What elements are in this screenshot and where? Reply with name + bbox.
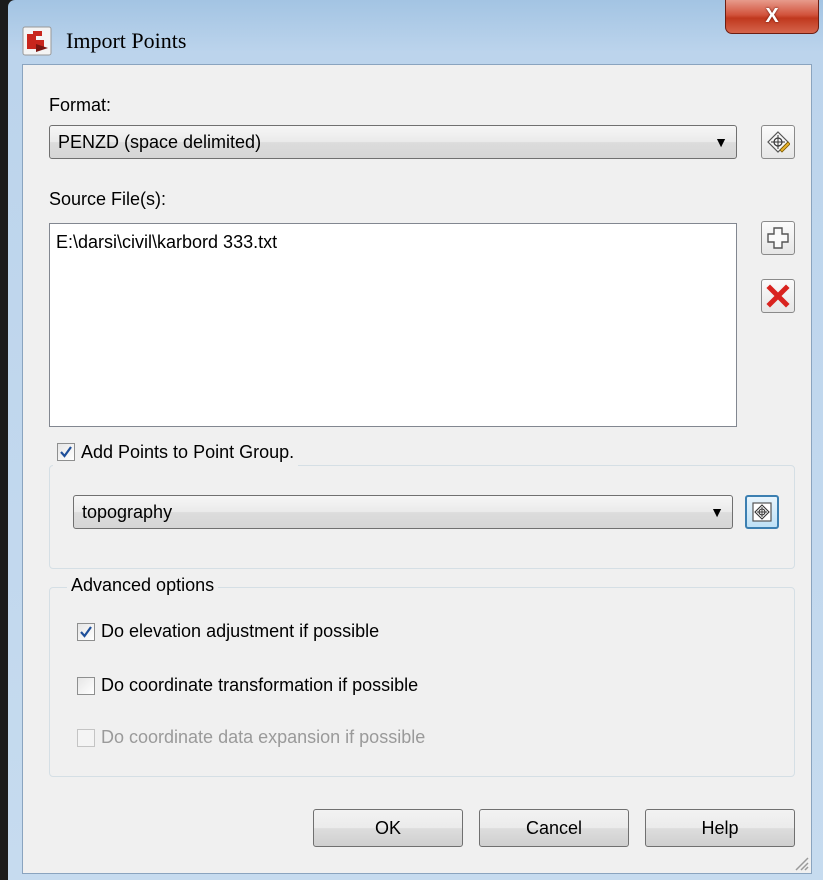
add-to-point-group-label: Add Points to Point Group.	[81, 441, 295, 462]
point-group-header: Add Points to Point Group.	[53, 441, 299, 467]
dialog-title: Import Points	[66, 28, 187, 53]
app-icon	[22, 26, 52, 56]
title-bar[interactable]: Import Points X	[8, 0, 823, 64]
add-to-point-group-checkbox[interactable]	[57, 443, 75, 462]
checkmark-icon	[80, 626, 92, 638]
format-selected-value: PENZD (space delimited)	[58, 132, 262, 152]
add-file-icon	[767, 227, 789, 249]
source-files-label: Source File(s):	[49, 189, 167, 209]
dialog-body: Format: PENZD (space delimited) ▼ Source…	[22, 64, 812, 874]
advanced-options-legend: Advanced options	[67, 575, 219, 596]
coordinate-transformation-checkbox[interactable]	[77, 677, 95, 695]
chevron-down-icon: ▼	[714, 134, 728, 150]
cancel-button[interactable]: Cancel	[479, 809, 629, 847]
elevation-adjustment-checkbox[interactable]	[77, 623, 95, 641]
point-group-selected-value: topography	[82, 502, 173, 522]
format-select[interactable]: PENZD (space delimited) ▼	[49, 125, 737, 159]
remove-file-button[interactable]	[761, 279, 795, 313]
elevation-adjustment-label: Do elevation adjustment if possible	[101, 621, 380, 641]
point-group-pick-icon	[752, 502, 772, 522]
chevron-down-icon: ▼	[710, 504, 724, 520]
point-group-pick-button[interactable]	[745, 495, 779, 529]
coordinate-expansion-checkbox	[77, 729, 95, 747]
remove-file-icon	[766, 284, 790, 308]
help-button[interactable]: Help	[645, 809, 795, 847]
coordinate-transformation-label: Do coordinate transformation if possible	[101, 675, 419, 695]
import-points-dialog: Import Points X Format: PENZD (space del…	[8, 0, 823, 880]
checkmark-icon	[60, 446, 72, 459]
format-label: Format:	[49, 95, 112, 115]
list-item[interactable]: E:\darsi\civil\karbord 333.txt	[56, 232, 277, 253]
format-edit-button[interactable]	[761, 125, 795, 159]
resize-grip-icon[interactable]	[791, 853, 809, 871]
add-file-button[interactable]	[761, 221, 795, 255]
close-button[interactable]: X	[725, 0, 819, 34]
coordinate-expansion-label: Do coordinate data expansion if possible	[101, 727, 426, 747]
format-edit-icon	[767, 131, 790, 153]
source-files-list[interactable]: E:\darsi\civil\karbord 333.txt	[49, 223, 737, 427]
point-group-select[interactable]: topography ▼	[73, 495, 733, 529]
ok-button[interactable]: OK	[313, 809, 463, 847]
